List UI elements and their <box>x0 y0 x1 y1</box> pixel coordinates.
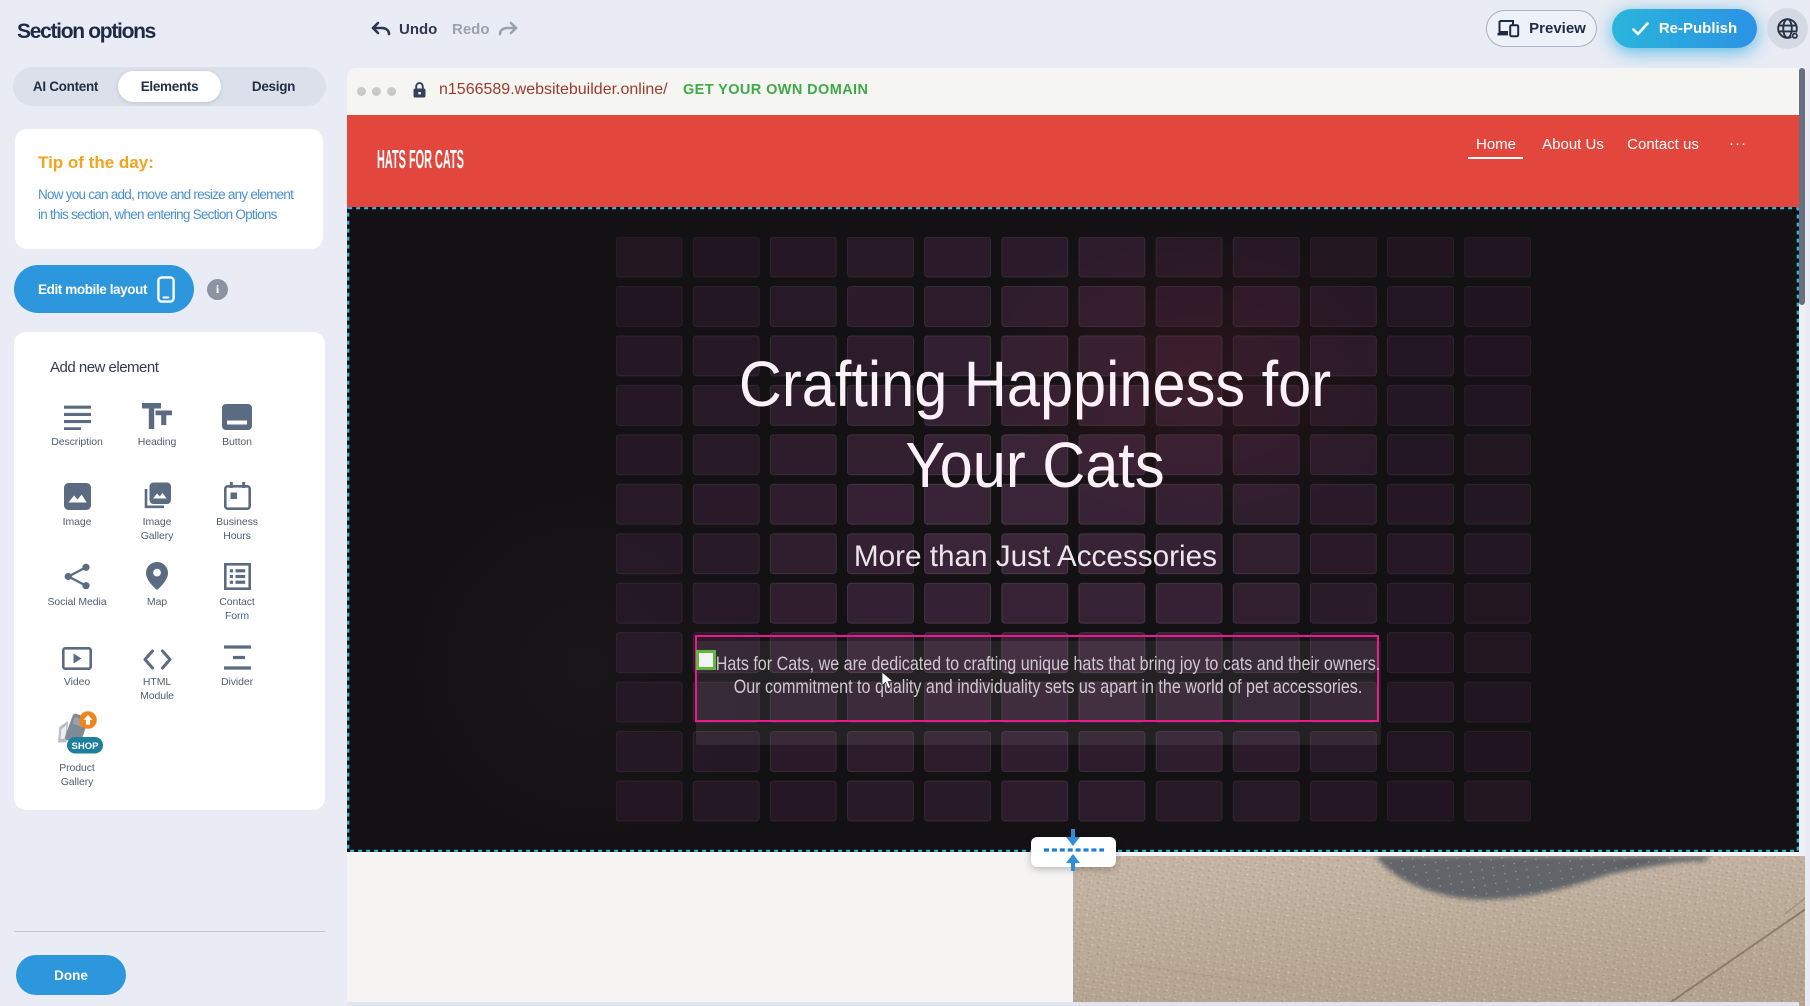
svg-text:SHOP: SHOP <box>72 741 100 752</box>
